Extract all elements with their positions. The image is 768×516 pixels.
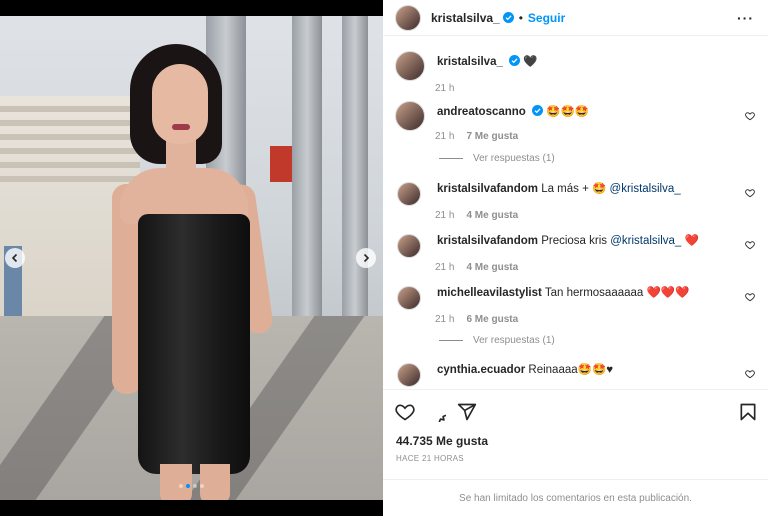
instagram-post-modal: kristalsilva_ • Seguir ··· kristalsilva_… [0, 0, 768, 516]
comment-text: Tan hermosaaaaaa ❤️❤️❤️ [544, 287, 690, 299]
comments-limited-notice: Se han limitado los comentarios en esta … [383, 479, 768, 516]
avatar[interactable] [397, 286, 421, 310]
comment-text: Preciosa kris [541, 235, 611, 247]
next-image-button[interactable] [356, 248, 376, 268]
comment-time: 21 h [435, 262, 455, 273]
list-item: andreatoscanno 🤩🤩🤩 21 h 7 Me gusta [395, 101, 765, 142]
avatar[interactable] [395, 51, 425, 81]
comment-likes[interactable]: 4 Me gusta [466, 262, 518, 273]
background-pillar [342, 16, 368, 316]
avatar[interactable] [397, 182, 421, 206]
list-item: cynthia.ecuador Reinaaaa🤩🤩♥ [395, 363, 765, 387]
verified-badge-icon [509, 55, 521, 66]
list-item: michelleavilastylist Tan hermosaaaaaa ❤️… [395, 286, 765, 325]
comment-text: La más + 🤩 [541, 183, 610, 195]
heart-icon[interactable] [745, 292, 755, 302]
comment-time: 21 h [435, 314, 455, 325]
comment-likes[interactable]: 4 Me gusta [466, 210, 518, 221]
caption-text: 🖤 [523, 56, 538, 68]
comment-mention[interactable]: @kristalsilva_ [610, 235, 681, 247]
comment-text: Reinaaaa🤩🤩♥ [528, 364, 614, 376]
bookmark-icon[interactable] [738, 402, 758, 422]
heart-icon[interactable] [745, 369, 755, 379]
caption-time: 21 h [435, 83, 455, 94]
post-actions: 44.735 Me gusta HACE 21 HORAS [383, 389, 768, 479]
post-media [0, 0, 383, 516]
verified-badge-icon [532, 105, 544, 116]
carousel-dot [179, 484, 183, 488]
comments-limited-text: Se han limitado los comentarios en esta … [459, 492, 692, 504]
model-figure [108, 44, 298, 500]
list-item: kristalsilvafandom Preciosa kris @krista… [395, 234, 765, 273]
carousel-dot-active [186, 484, 190, 488]
heart-icon[interactable] [745, 111, 755, 121]
post-header: kristalsilva_ • Seguir ··· [383, 0, 768, 36]
carousel-indicator [0, 484, 383, 488]
heart-icon[interactable] [745, 188, 755, 198]
comment-mention[interactable]: @kristalsilva_ [610, 183, 681, 195]
chevron-left-icon [11, 253, 18, 263]
verified-badge-icon [502, 12, 514, 23]
post-side-panel: kristalsilva_ • Seguir ··· kristalsilva_… [383, 0, 768, 516]
more-options-icon[interactable]: ··· [737, 10, 754, 26]
replies-line [439, 340, 463, 341]
header-separator: • [518, 10, 523, 25]
caption-username[interactable]: kristalsilva_ [437, 56, 503, 68]
comment-suffix: ❤️ [681, 235, 699, 247]
previous-image-button[interactable] [5, 248, 25, 268]
header-username[interactable]: kristalsilva_ [431, 11, 500, 25]
post-timestamp: HACE 21 HORAS [396, 454, 464, 463]
avatar[interactable] [397, 234, 421, 258]
comment-username[interactable]: michelleavilastylist [437, 287, 542, 299]
replies-line [439, 158, 463, 159]
like-heart-icon[interactable] [395, 402, 415, 422]
chevron-right-icon [363, 253, 370, 263]
comment-time: 21 h [435, 131, 455, 142]
avatar[interactable] [395, 101, 425, 131]
carousel-dot [200, 484, 204, 488]
comment-time: 21 h [435, 210, 455, 221]
follow-button[interactable]: Seguir [528, 11, 565, 25]
comment-username[interactable]: andreatoscanno [437, 106, 526, 118]
avatar[interactable] [395, 4, 421, 31]
likes-count[interactable]: 44.735 Me gusta [396, 434, 488, 448]
heart-icon[interactable] [745, 240, 755, 250]
post-caption: kristalsilva_ 🖤 21 h [395, 51, 765, 94]
list-item: kristalsilvafandom La más + 🤩 @kristalsi… [395, 182, 765, 221]
comment-text: 🤩🤩🤩 [546, 106, 590, 118]
carousel-dot [193, 484, 197, 488]
view-replies-label: Ver respuestas (1) [473, 153, 555, 164]
black-leather-dress [138, 214, 250, 474]
view-replies-label: Ver respuestas (1) [473, 335, 555, 346]
view-replies-button[interactable]: Ver respuestas (1) [439, 335, 555, 346]
comment-username[interactable]: kristalsilvafandom [437, 183, 538, 195]
share-icon[interactable] [457, 402, 477, 422]
comment-likes[interactable]: 6 Me gusta [466, 314, 518, 325]
post-photo[interactable] [0, 16, 383, 500]
comment-likes[interactable]: 7 Me gusta [466, 131, 518, 142]
comment-username[interactable]: cynthia.ecuador [437, 364, 525, 376]
comment-icon[interactable] [426, 402, 446, 422]
view-replies-button[interactable]: Ver respuestas (1) [439, 153, 555, 164]
comment-username[interactable]: kristalsilvafandom [437, 235, 538, 247]
avatar[interactable] [397, 363, 421, 387]
comments-list[interactable]: kristalsilva_ 🖤 21 h andreatoscanno 🤩🤩🤩 [383, 37, 768, 389]
